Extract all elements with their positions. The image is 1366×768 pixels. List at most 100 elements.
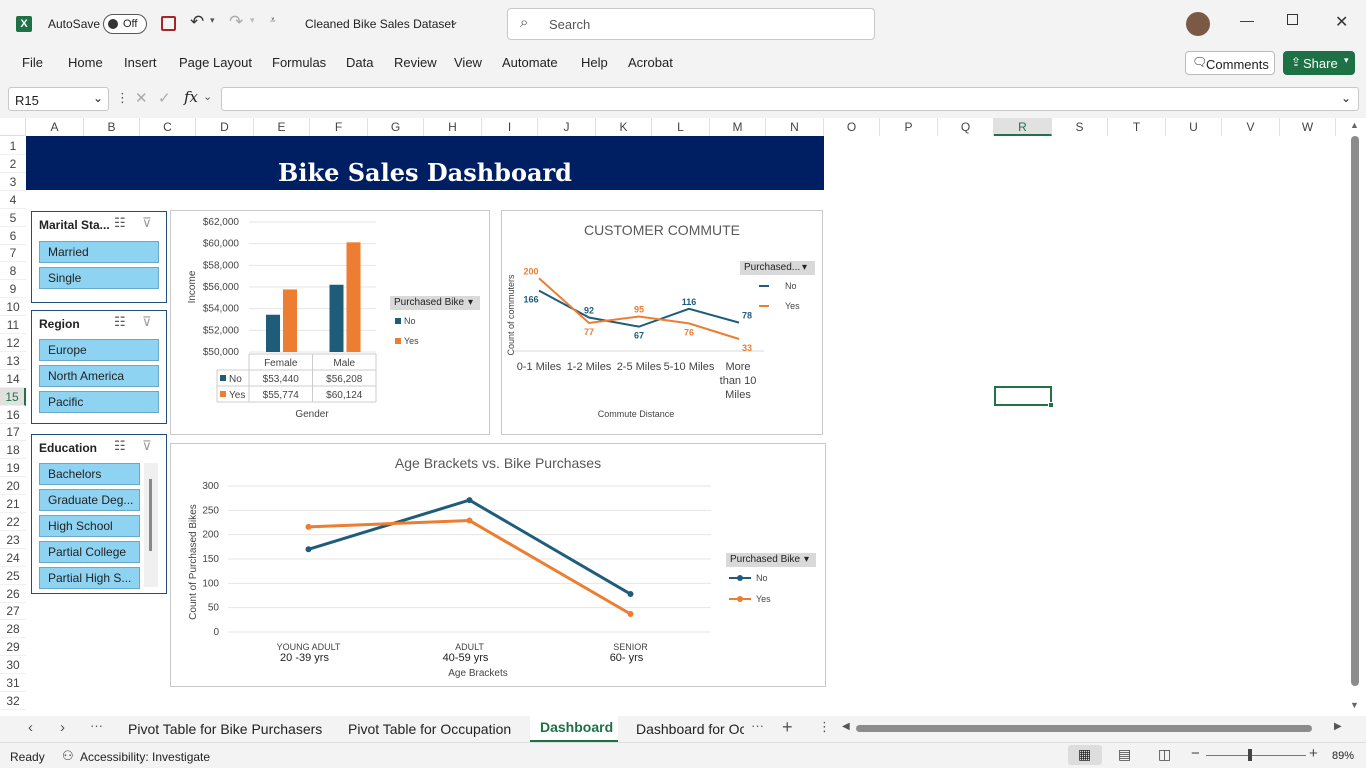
row-header-19[interactable]: 19 (0, 459, 26, 478)
accessibility-icon[interactable]: ⚇ (62, 748, 74, 764)
row-header-27[interactable]: 27 (0, 602, 26, 621)
menu-page-layout[interactable]: Page Layout (179, 55, 252, 70)
legend-filter-button[interactable]: Purchased Bike ▾ (726, 553, 816, 567)
zoom-slider-thumb[interactable] (1248, 749, 1252, 761)
insert-function-icon[interactable]: fx (184, 88, 198, 106)
row-header-7[interactable]: 7 (0, 244, 26, 263)
row-header-20[interactable]: 20 (0, 477, 26, 496)
slicer-item-pacific[interactable]: Pacific (39, 391, 159, 413)
slicer-item-graduate-degree[interactable]: Graduate Deg... (39, 489, 140, 511)
column-header-v[interactable]: V (1222, 118, 1280, 136)
column-header-n[interactable]: N (766, 118, 824, 136)
column-header-j[interactable]: J (538, 118, 596, 136)
multi-select-icon[interactable]: ☷ (114, 438, 126, 454)
fill-handle[interactable] (1048, 402, 1054, 408)
customer-commute-chart[interactable]: CUSTOMER COMMUTE 166 92 67 116 78 No 200 77 95 76 3… (501, 210, 823, 435)
more-icon[interactable]: ⋮ (116, 90, 129, 106)
scrollbar-thumb[interactable] (1351, 136, 1359, 686)
zoom-in-icon[interactable]: + (1309, 745, 1318, 762)
zoom-level[interactable]: 89% (1332, 750, 1354, 762)
more-tabs-icon[interactable]: ··· (751, 718, 764, 733)
education-slicer[interactable]: Education ☷ ⊽ Bachelors Graduate Deg... … (31, 434, 167, 594)
clear-filter-icon[interactable]: ⊽ (142, 215, 152, 231)
close-icon[interactable]: ✕ (1335, 12, 1348, 32)
column-header-t[interactable]: T (1108, 118, 1166, 136)
selected-cell[interactable] (994, 386, 1052, 406)
slicer-item-high-school[interactable]: High School (39, 515, 140, 537)
prev-sheet-icon[interactable]: ‹ (28, 719, 33, 736)
autosave-toggle[interactable]: Off (103, 14, 147, 34)
next-sheet-icon[interactable]: › (60, 719, 65, 736)
page-layout-view-icon[interactable]: ▤ (1118, 746, 1131, 763)
menu-acrobat[interactable]: Acrobat (628, 55, 673, 70)
slicer-item-single[interactable]: Single (39, 267, 159, 289)
title-chevron-icon[interactable]: ⌄ (449, 14, 459, 28)
undo-icon[interactable]: ↶ (190, 12, 204, 32)
row-header-26[interactable]: 26 (0, 585, 26, 603)
column-header-w[interactable]: W (1280, 118, 1336, 136)
horizontal-scrollbar-thumb[interactable] (856, 725, 1312, 732)
fx-chevron-icon[interactable]: ⌄ (203, 90, 212, 103)
row-header-9[interactable]: 9 (0, 280, 26, 299)
row-header-10[interactable]: 10 (0, 298, 26, 317)
column-header-p[interactable]: P (880, 118, 938, 136)
row-header-31[interactable]: 31 (0, 674, 26, 692)
column-header-e[interactable]: E (254, 118, 310, 136)
zoom-out-icon[interactable]: − (1191, 745, 1200, 762)
row-header-24[interactable]: 24 (0, 549, 26, 567)
column-header-l[interactable]: L (652, 118, 710, 136)
normal-view-icon[interactable]: ▦ (1068, 745, 1102, 765)
row-header-14[interactable]: 14 (0, 370, 26, 388)
column-header-a[interactable]: A (26, 118, 84, 136)
minimize-icon[interactable]: — (1240, 12, 1254, 28)
row-header-12[interactable]: 12 (0, 334, 26, 352)
row-header-6[interactable]: 6 (0, 227, 26, 245)
row-header-1[interactable]: 1 (0, 137, 26, 155)
comments-button[interactable]: 🗨 Comments (1185, 51, 1275, 75)
row-header-16[interactable]: 16 (0, 406, 26, 424)
share-button[interactable]: ⇪ Share ▾ (1283, 51, 1355, 75)
accessibility-status[interactable]: Accessibility: Investigate (80, 750, 210, 764)
row-header-8[interactable]: 8 (0, 262, 26, 281)
vertical-scrollbar[interactable]: ▲ ▼ (1348, 120, 1362, 714)
slicer-item-partial-high-school[interactable]: Partial High S... (39, 567, 140, 589)
restore-icon[interactable] (1287, 14, 1298, 25)
tab-pivot-bike-purchasers[interactable]: Pivot Table for Bike Purchasers (128, 721, 322, 737)
slicer-item-north-america[interactable]: North America (39, 365, 159, 387)
row-header-3[interactable]: 3 (0, 173, 26, 191)
slicer-scroll-thumb[interactable] (149, 479, 152, 551)
row-header-21[interactable]: 21 (0, 495, 26, 513)
column-header-h[interactable]: H (424, 118, 482, 136)
column-header-k[interactable]: K (596, 118, 652, 136)
legend-filter-button[interactable]: Purchased Bike ▾ (390, 296, 480, 310)
expand-formula-icon[interactable]: ⌄ (1341, 91, 1351, 105)
column-header-d[interactable]: D (196, 118, 254, 136)
region-slicer[interactable]: Region ☷ ⊽ Europe North America Pacific (31, 310, 167, 424)
slicer-item-europe[interactable]: Europe (39, 339, 159, 361)
slicer-scrollbar[interactable] (144, 463, 158, 587)
slicer-item-partial-college[interactable]: Partial College (39, 541, 140, 563)
clear-filter-icon[interactable]: ⊽ (142, 438, 152, 454)
row-header-22[interactable]: 22 (0, 513, 26, 531)
column-header-r[interactable]: R (994, 118, 1052, 136)
customize-qat-icon[interactable]: ⩡ (270, 15, 276, 26)
scroll-left-icon[interactable]: ◀ (842, 721, 850, 732)
clear-filter-icon[interactable]: ⊽ (142, 314, 152, 330)
row-header-30[interactable]: 30 (0, 656, 26, 675)
menu-home[interactable]: Home (68, 55, 103, 70)
scroll-down-icon[interactable]: ▼ (1350, 700, 1359, 710)
row-header-2[interactable]: 2 (0, 155, 26, 173)
menu-file[interactable]: File (22, 55, 43, 70)
tab-pivot-occupation[interactable]: Pivot Table for Occupation (348, 721, 511, 737)
column-header-o[interactable]: O (824, 118, 880, 136)
column-header-c[interactable]: C (140, 118, 196, 136)
row-header-28[interactable]: 28 (0, 620, 26, 639)
column-header-u[interactable]: U (1166, 118, 1222, 136)
tab-dashboard-active[interactable]: Dashboard (530, 716, 618, 742)
legend-filter-button[interactable]: Purchased... ▾ (740, 261, 815, 275)
row-header-25[interactable]: 25 (0, 567, 26, 585)
age-brackets-chart[interactable]: Age Brackets vs. Bike Purchases 0 50 100 150… (170, 443, 826, 687)
income-gender-chart[interactable]: $50,000 $52,000 $54,000 $56,000 $58,000 $60,0… (170, 210, 490, 435)
column-header-q[interactable]: Q (938, 118, 994, 136)
column-header-s[interactable]: S (1052, 118, 1108, 136)
